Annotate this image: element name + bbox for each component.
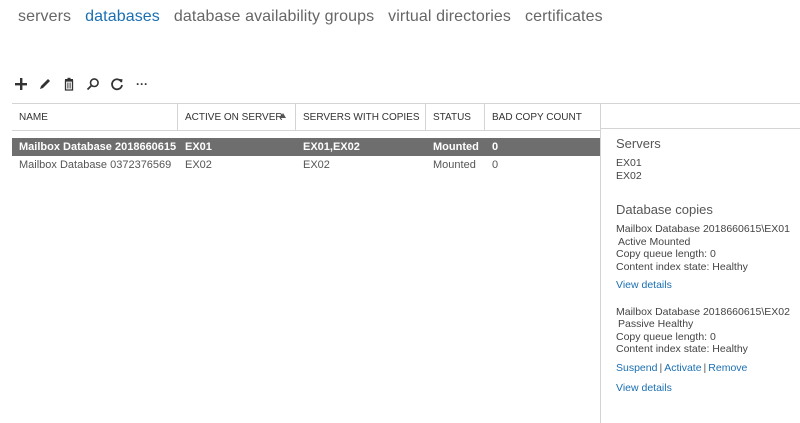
search-icon[interactable] (85, 76, 100, 91)
tab-certificates[interactable]: certificates (525, 8, 603, 26)
column-header-name[interactable]: NAME (12, 104, 178, 130)
copy-name: Mailbox Database 2018660615\EX01 (616, 223, 790, 235)
table-row[interactable]: Mailbox Database 0372376569 EX02 EX02 Mo… (12, 156, 600, 174)
column-header-label: ACTIVE ON SERVER (185, 111, 283, 123)
tab-servers[interactable]: servers (18, 8, 71, 26)
column-header-bad-copy-count[interactable]: BAD COPY COUNT (485, 104, 600, 130)
suspend-link[interactable]: Suspend (616, 362, 657, 374)
server-entry: EX01 (616, 157, 642, 169)
tab-database-availability-groups[interactable]: database availability groups (174, 8, 374, 26)
copy-actions: Suspend | Activate | Remove (616, 362, 800, 375)
cell-servers-with-copies: EX01,EX02 (303, 141, 360, 153)
cell-status: Mounted (433, 141, 479, 153)
remove-link[interactable]: Remove (708, 362, 747, 374)
copy-state: Passive Healthy (618, 318, 694, 330)
cell-bad-copy-count: 0 (492, 141, 499, 153)
activate-link[interactable]: Activate (664, 362, 701, 374)
sort-ascending-icon (280, 113, 286, 118)
database-copies-section-title: Database copies (616, 202, 713, 217)
details-divider (600, 103, 601, 423)
refresh-icon[interactable] (109, 76, 124, 91)
servers-section-title: Servers (616, 136, 661, 151)
details-pane: Servers EX01 EX02 Database copies Mailbo… (616, 136, 800, 395)
grid-header: NAME ACTIVE ON SERVER SERVERS WITH COPIE… (12, 103, 600, 131)
cell-bad-copy-count: 0 (492, 159, 499, 171)
copy-queue-length: Copy queue length: 0 (616, 248, 716, 260)
cell-status: Mounted (433, 159, 476, 171)
cell-active-on-server: EX02 (185, 159, 212, 171)
more-icon[interactable]: ··· (133, 76, 151, 91)
details-header-strip (601, 103, 800, 129)
copy-content-index-state: Content index state: Healthy (616, 260, 748, 273)
column-header-status[interactable]: STATUS (426, 104, 485, 130)
add-icon[interactable] (13, 76, 28, 91)
delete-icon[interactable] (61, 76, 76, 91)
table-row[interactable]: Mailbox Database 2018660615 EX01 EX01,EX… (12, 138, 600, 156)
copy-state: Active Mounted (618, 235, 691, 248)
view-details-link[interactable]: View details (616, 382, 800, 395)
cell-active-on-server: EX01 (185, 141, 212, 153)
copy-content-index-state: Content index state: Healthy (616, 343, 748, 355)
server-entry: EX02 (616, 169, 642, 182)
edit-icon[interactable] (37, 76, 52, 91)
cell-name: Mailbox Database 2018660615 (19, 141, 177, 153)
cell-servers-with-copies: EX02 (303, 159, 330, 171)
top-nav-tabs: servers databases database availability … (18, 8, 603, 26)
databases-grid: NAME ACTIVE ON SERVER SERVERS WITH COPIE… (12, 103, 600, 174)
cell-name: Mailbox Database 0372376569 (19, 159, 172, 171)
column-header-servers-with-copies[interactable]: SERVERS WITH COPIES (296, 104, 426, 130)
tab-databases[interactable]: databases (85, 8, 160, 26)
toolbar: ··· (13, 76, 151, 91)
copy-queue-length: Copy queue length: 0 (616, 330, 716, 343)
tab-virtual-directories[interactable]: virtual directories (388, 8, 511, 26)
column-header-active-on-server[interactable]: ACTIVE ON SERVER (178, 104, 296, 130)
view-details-link[interactable]: View details (616, 279, 800, 292)
copy-name: Mailbox Database 2018660615\EX02 (616, 305, 790, 318)
